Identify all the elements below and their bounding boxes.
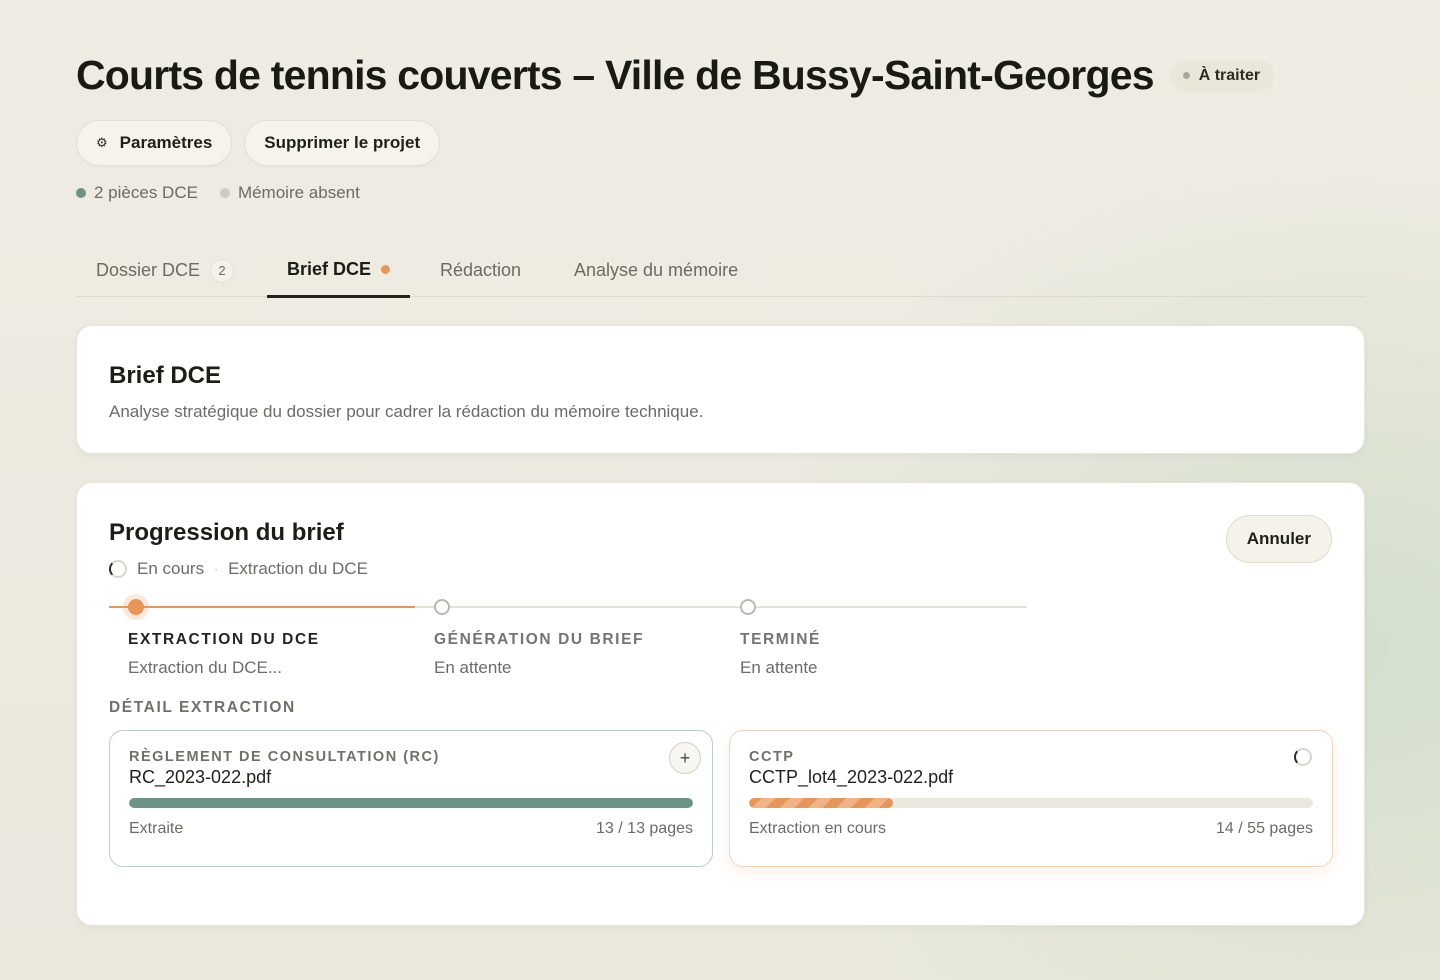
tab-dossier-dce-label: Dossier DCE [96,260,201,280]
settings-button[interactable]: ⚙ Paramètres [76,120,233,166]
step-desc-generation: En attente [434,658,512,677]
project-header: Courts de tennis couverts – Ville de Bus… [76,52,1275,99]
tab-analyse-memoire[interactable]: Analyse du mémoire [554,244,758,297]
file-card-cctp: CCTP CCTP_lot4_2023-022.pdf Extraction e… [729,730,1333,867]
spinner-icon [109,560,127,578]
file-list: RÈGLEMENT DE CONSULTATION (RC) RC_2023-0… [109,730,1333,867]
progress-current-step: Extraction du DCE [228,559,368,578]
file-progress-fill [129,798,693,808]
step-node-extraction [128,599,144,615]
status-badge: À traiter [1169,59,1275,92]
separator: · [214,562,219,576]
step-label-termine: TERMINÉ [740,631,821,648]
file-status: Extraite [129,820,184,837]
detail-extraction-title: DÉTAIL EXTRACTION [109,699,296,716]
file-pages: 13 / 13 pages [596,820,693,837]
project-actions: ⚙ Paramètres Supprimer le projet [76,120,441,166]
file-progress-bar [129,798,693,808]
delete-project-button-label: Supprimer le projet [264,133,421,152]
memoire-dot-icon [219,188,230,198]
file-card-rc: RÈGLEMENT DE CONSULTATION (RC) RC_2023-0… [109,730,713,867]
tab-brief-dce[interactable]: Brief DCE [267,244,411,298]
step-desc-extraction: Extraction du DCE... [128,658,283,677]
meta-memoire-label: Mémoire absent [237,183,360,202]
step-label-extraction: EXTRACTION DU DCE [128,631,320,648]
step-node-generation [434,599,450,615]
progress-card: Progression du brief En cours · Extracti… [76,482,1365,926]
file-name: CCTP_lot4_2023-022.pdf [749,767,954,787]
plus-icon[interactable]: + [669,742,701,774]
step-label-generation: GÉNÉRATION DU BRIEF [434,631,645,648]
delete-project-button[interactable]: Supprimer le projet [244,120,441,166]
stepper-track-done [109,606,415,608]
tab-redaction-label: Rédaction [440,260,522,280]
brief-title: Brief DCE [109,362,222,389]
file-name: RC_2023-022.pdf [129,767,272,787]
file-status: Extraction en cours [749,820,886,837]
progress-subtitle: En cours · Extraction du DCE [109,559,368,579]
tab-analyse-memoire-label: Analyse du mémoire [574,260,739,280]
meta-memoire: Mémoire absent [219,183,360,203]
tab-bar: Dossier DCE 2 Brief DCE Rédaction Analys… [76,244,1365,298]
tab-count-badge: 2 [210,258,235,283]
cancel-button-label: Annuler [1246,529,1311,548]
pieces-dot-icon [76,188,86,198]
settings-button-label: Paramètres [119,133,213,152]
step-desc-termine: En attente [740,658,818,677]
spinner-icon [1294,748,1312,766]
tab-dossier-dce[interactable]: Dossier DCE 2 [76,244,254,297]
cancel-button[interactable]: Annuler [1225,515,1332,563]
file-type: CCTP [749,749,795,765]
file-progress-fill [749,798,893,808]
progress-title: Progression du brief [109,519,344,546]
stepper-track-pending [415,606,1027,608]
status-dot-icon [1182,72,1190,79]
status-badge-label: À traiter [1198,66,1261,84]
meta-pieces: 2 pièces DCE [76,183,198,203]
gear-icon: ⚙ [96,135,108,150]
tab-indicator-dot-icon [381,265,391,274]
tab-brief-dce-label: Brief DCE [287,259,372,279]
brief-description: Analyse stratégique du dossier pour cadr… [109,402,704,421]
file-progress-bar [749,798,1313,808]
progress-state: En cours [137,559,205,578]
tab-redaction[interactable]: Rédaction [420,244,541,297]
file-type: RÈGLEMENT DE CONSULTATION (RC) [129,749,440,765]
step-node-termine [740,599,756,615]
project-meta: 2 pièces DCE Mémoire absent [76,183,360,203]
meta-pieces-label: 2 pièces DCE [94,183,198,202]
stepper: EXTRACTION DU DCE Extraction du DCE... G… [109,597,1029,687]
file-pages: 14 / 55 pages [1216,820,1313,837]
brief-card: Brief DCE Analyse stratégique du dossier… [76,325,1365,454]
page-title: Courts de tennis couverts – Ville de Bus… [76,52,1155,98]
